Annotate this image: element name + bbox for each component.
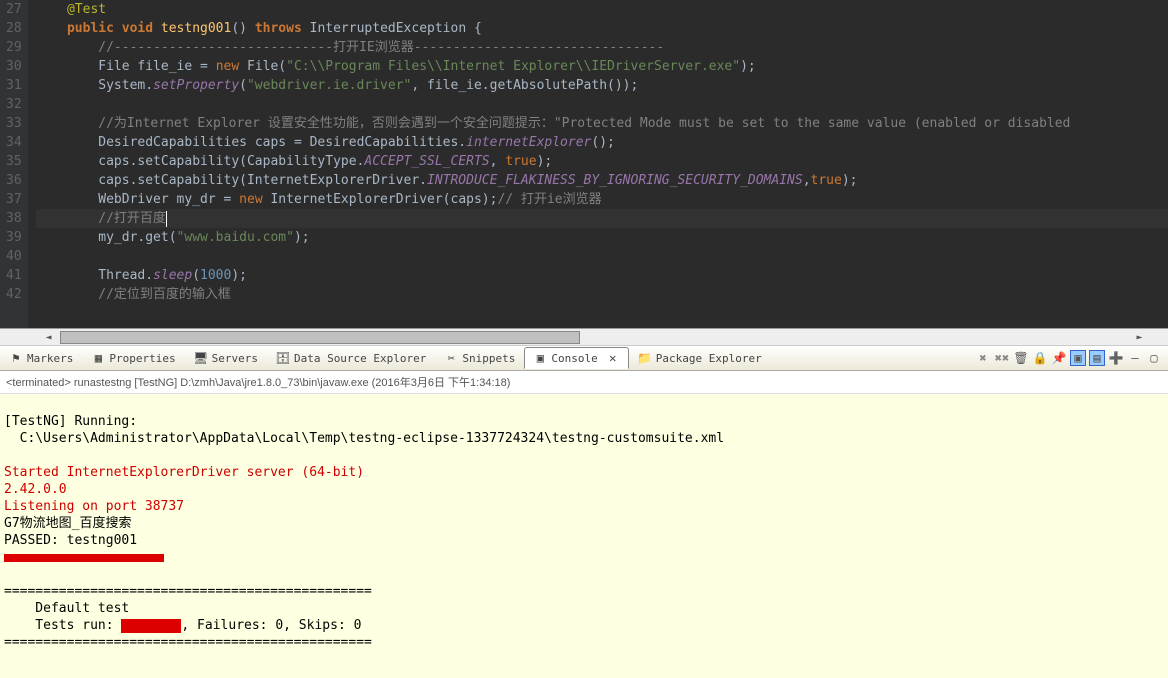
- scrollbar-thumb[interactable]: [60, 331, 580, 344]
- clear-icon[interactable]: 🗑: [1013, 350, 1029, 366]
- tab-markers[interactable]: ⚑ Markers: [0, 347, 82, 369]
- tab-snippets[interactable]: ✂ Snippets: [435, 347, 524, 369]
- open-console-icon[interactable]: ▤: [1089, 350, 1105, 366]
- console-line: Default test: [4, 601, 129, 616]
- pin-icon[interactable]: 📌: [1051, 350, 1067, 366]
- maximize-icon[interactable]: ▢: [1146, 350, 1162, 366]
- tab-servers[interactable]: 🖥 Servers: [185, 347, 267, 369]
- line-gutter: 27282930313233343536373839404142: [0, 0, 28, 328]
- console-status: <terminated> runastestng [TestNG] D:\zmh…: [0, 371, 1168, 394]
- tab-console[interactable]: ▣ Console ✕: [524, 347, 628, 369]
- servers-icon: 🖥: [194, 351, 208, 365]
- console-toolbar: ✖ ✖✖ 🗑 🔒 📌 ▣ ▤ ➕ — ▢: [975, 350, 1168, 366]
- tab-label: Snippets: [462, 352, 515, 365]
- console-line: 2.42.0.0: [4, 482, 67, 497]
- console-line: ========================================…: [4, 584, 372, 599]
- close-icon[interactable]: ✕: [606, 351, 620, 365]
- console-line: Tests run: , Failures: 0, Skips: 0: [4, 618, 361, 633]
- snippets-icon: ✂: [444, 351, 458, 365]
- console-line: Listening on port 38737: [4, 499, 184, 514]
- markers-icon: ⚑: [9, 351, 23, 365]
- tab-package-explorer[interactable]: 📁 Package Explorer: [629, 347, 771, 369]
- tab-label: Servers: [212, 352, 258, 365]
- pkg-icon: 📁: [638, 351, 652, 365]
- tab-data-source-explorer[interactable]: 🗄 Data Source Explorer: [267, 347, 435, 369]
- bottom-tabbar: ⚑ Markers ▦ Properties 🖥 Servers 🗄 Data Sour…: [0, 345, 1168, 371]
- redaction: [121, 619, 181, 633]
- tab-properties[interactable]: ▦ Properties: [82, 347, 184, 369]
- minimize-icon[interactable]: —: [1127, 350, 1143, 366]
- new-console-icon[interactable]: ➕: [1108, 350, 1124, 366]
- console-icon: ▣: [533, 351, 547, 365]
- properties-icon: ▦: [91, 351, 105, 365]
- console-output[interactable]: [TestNG] Running: C:\Users\Administrator…: [0, 394, 1168, 678]
- horizontal-scrollbar[interactable]: ◄ ►: [0, 328, 1168, 345]
- redaction: [4, 554, 164, 562]
- dse-icon: 🗄: [276, 351, 290, 365]
- remove-launch-icon[interactable]: ✖: [975, 350, 991, 366]
- tab-label: Data Source Explorer: [294, 352, 426, 365]
- scroll-right-arrow[interactable]: ►: [1131, 329, 1148, 346]
- console-line: PASSED: testng001: [4, 533, 137, 548]
- console-line: ========================================…: [4, 635, 372, 650]
- code-content[interactable]: @Test public void testng001() throws Int…: [28, 0, 1168, 328]
- console-line: C:\Users\Administrator\AppData\Local\Tem…: [4, 431, 724, 446]
- display-selected-icon[interactable]: ▣: [1070, 350, 1086, 366]
- scroll-left-arrow[interactable]: ◄: [40, 329, 57, 346]
- console-line: [TestNG] Running:: [4, 414, 137, 429]
- console-line: Started InternetExplorerDriver server (6…: [4, 465, 364, 480]
- tab-label: Package Explorer: [656, 352, 762, 365]
- code-editor[interactable]: 27282930313233343536373839404142 @Test p…: [0, 0, 1168, 345]
- tab-label: Console: [551, 352, 597, 365]
- tab-label: Markers: [27, 352, 73, 365]
- console-line: G7物流地图_百度搜索: [4, 516, 131, 531]
- scroll-lock-icon[interactable]: 🔒: [1032, 350, 1048, 366]
- remove-all-icon[interactable]: ✖✖: [994, 350, 1010, 366]
- tab-label: Properties: [109, 352, 175, 365]
